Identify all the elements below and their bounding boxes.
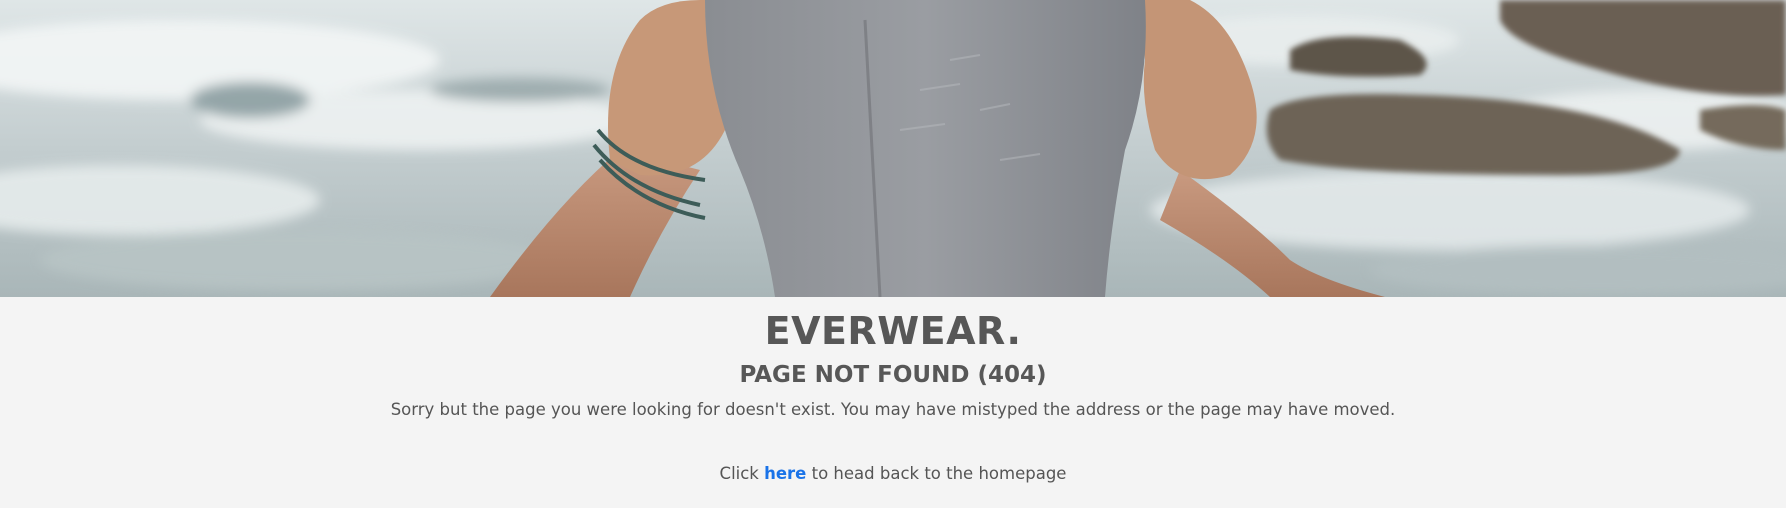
back-prefix: Click [719, 464, 765, 483]
hero-photo [0, 0, 1786, 297]
homepage-link[interactable]: here [764, 464, 806, 483]
error-content: EVERWEAR. PAGE NOT FOUND (404) Sorry but… [0, 297, 1786, 508]
error-title: PAGE NOT FOUND (404) [739, 362, 1047, 388]
hero-image [0, 0, 1786, 297]
brand-logo-text: EVERWEAR. [764, 309, 1022, 353]
back-to-home-text: Click here to head back to the homepage [0, 462, 1786, 486]
back-suffix: to head back to the homepage [806, 464, 1067, 483]
error-message: Sorry but the page you were looking for … [390, 400, 1396, 419]
